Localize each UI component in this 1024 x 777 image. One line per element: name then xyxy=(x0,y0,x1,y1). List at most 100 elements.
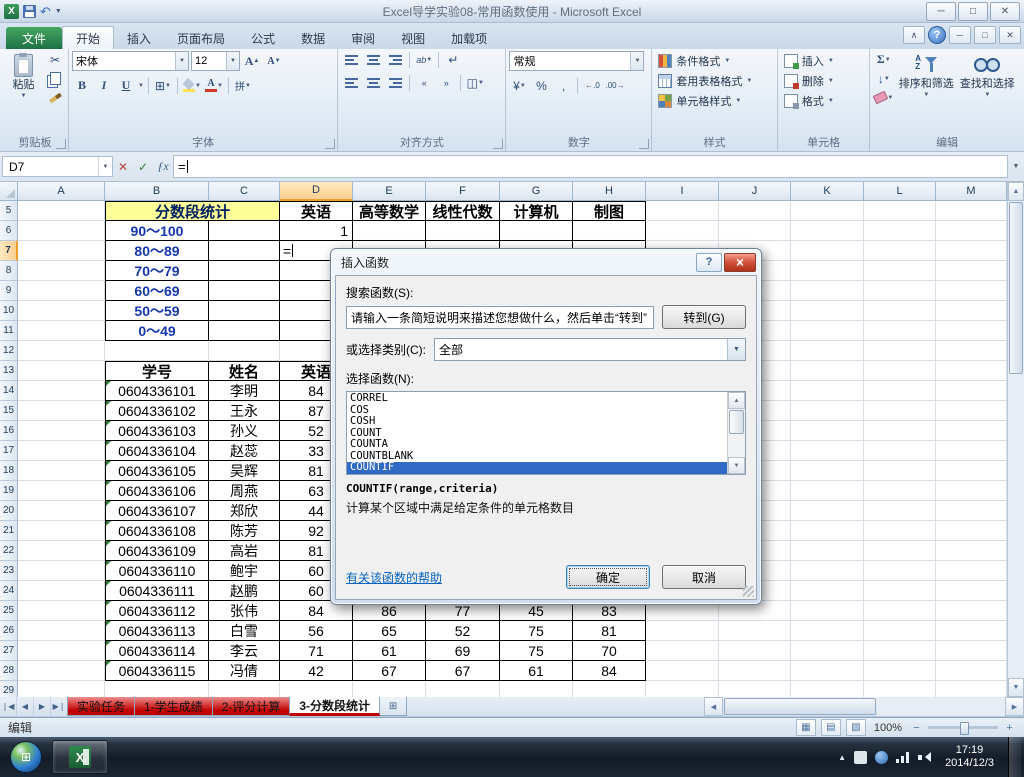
decrease-indent-button[interactable]: « xyxy=(414,74,434,91)
cell-K17[interactable] xyxy=(791,441,864,461)
cell-M21[interactable] xyxy=(936,521,1007,541)
cell-M7[interactable] xyxy=(936,241,1007,261)
increase-font-button[interactable]: A ▲ xyxy=(242,53,262,70)
cell-A13[interactable] xyxy=(18,361,105,381)
column-header-D[interactable]: D xyxy=(280,182,353,201)
cell-B28[interactable]: 0604336115 xyxy=(105,661,209,681)
cell-M17[interactable] xyxy=(936,441,1007,461)
cell-L13[interactable] xyxy=(864,361,936,381)
sheet-tab-3-分数段统计[interactable]: 3-分数段统计 xyxy=(289,697,381,716)
row-header-6[interactable]: 6 xyxy=(0,221,18,241)
cell-F26[interactable]: 52 xyxy=(426,621,500,641)
row-header-19[interactable]: 19 xyxy=(0,481,18,501)
cell-L29[interactable] xyxy=(864,681,936,697)
function-help-link[interactable]: 有关该函数的帮助 xyxy=(346,569,442,586)
cell-K21[interactable] xyxy=(791,521,864,541)
cell-G27[interactable]: 75 xyxy=(500,641,573,661)
cell-M9[interactable] xyxy=(936,281,1007,301)
zoom-out-icon[interactable]: − xyxy=(910,721,923,734)
help-icon[interactable]: ? xyxy=(928,26,946,44)
cell-G5[interactable]: 计算机 xyxy=(500,201,573,221)
cell-C29[interactable] xyxy=(209,681,280,697)
cell-F27[interactable]: 69 xyxy=(426,641,500,661)
comma-style-button[interactable]: , xyxy=(553,77,573,94)
cell-A23[interactable] xyxy=(18,561,105,581)
cell-I6[interactable] xyxy=(646,221,719,241)
hidden-icons-icon[interactable]: ▲ xyxy=(838,753,846,762)
minimize-ribbon-icon[interactable]: ∧ xyxy=(903,26,925,44)
scroll-left-icon[interactable]: ◀ xyxy=(704,697,723,716)
sheet-tab-1-学生成绩[interactable]: 1-学生成绩 xyxy=(134,697,213,716)
row-header-18[interactable]: 18 xyxy=(0,461,18,481)
cell-B13[interactable]: 学号 xyxy=(105,361,209,381)
cell-K15[interactable] xyxy=(791,401,864,421)
cell-I5[interactable] xyxy=(646,201,719,221)
cell-B16[interactable]: 0604336103 xyxy=(105,421,209,441)
cell-A21[interactable] xyxy=(18,521,105,541)
cell-C26[interactable]: 白雪 xyxy=(209,621,280,641)
cell-M28[interactable] xyxy=(936,661,1007,681)
underline-button[interactable]: U xyxy=(116,77,136,94)
network-icon[interactable] xyxy=(896,751,911,763)
cell-C14[interactable]: 李明 xyxy=(209,381,280,401)
cell-B15[interactable]: 0604336102 xyxy=(105,401,209,421)
cell-J27[interactable] xyxy=(719,641,791,661)
cell-K26[interactable] xyxy=(791,621,864,641)
cell-A20[interactable] xyxy=(18,501,105,521)
column-header-C[interactable]: C xyxy=(209,182,280,201)
cell-H26[interactable]: 81 xyxy=(573,621,646,641)
sort-filter-button[interactable]: AZ 排序和筛选 ▼ xyxy=(897,51,955,99)
cell-B12[interactable] xyxy=(105,341,209,361)
cell-K20[interactable] xyxy=(791,501,864,521)
page-layout-view-icon[interactable]: ▤ xyxy=(820,719,841,736)
cell-G6[interactable] xyxy=(500,221,573,241)
alignment-dialog-launcher[interactable] xyxy=(493,139,504,149)
cell-C15[interactable]: 王永 xyxy=(209,401,280,421)
cell-B27[interactable]: 0604336114 xyxy=(105,641,209,661)
cell-L17[interactable] xyxy=(864,441,936,461)
cell-K16[interactable] xyxy=(791,421,864,441)
cell-B19[interactable]: 0604336106 xyxy=(105,481,209,501)
ribbon-tab-公式[interactable]: 公式 xyxy=(238,27,288,49)
row-header-24[interactable]: 24 xyxy=(0,581,18,601)
cell-H28[interactable]: 84 xyxy=(573,661,646,681)
cell-C25[interactable]: 张伟 xyxy=(209,601,280,621)
underline-dropdown-icon[interactable]: ▼ xyxy=(138,83,144,89)
cell-M27[interactable] xyxy=(936,641,1007,661)
cell-B17[interactable]: 0604336104 xyxy=(105,441,209,461)
formula-input[interactable]: = xyxy=(173,155,1008,178)
cell-B6[interactable]: 90～100 xyxy=(105,221,209,241)
cell-K27[interactable] xyxy=(791,641,864,661)
decrease-decimal-button[interactable]: .00→ xyxy=(604,77,625,94)
cell-K14[interactable] xyxy=(791,381,864,401)
orientation-button[interactable]: ab ▼ xyxy=(414,51,434,68)
cell-B21[interactable]: 0604336108 xyxy=(105,521,209,541)
cell-J29[interactable] xyxy=(719,681,791,697)
cell-L22[interactable] xyxy=(864,541,936,561)
number-format-select[interactable]: 常规 ▼ xyxy=(509,51,645,71)
cell-A15[interactable] xyxy=(18,401,105,421)
cell-A10[interactable] xyxy=(18,301,105,321)
cell-L18[interactable] xyxy=(864,461,936,481)
vertical-scrollbar[interactable]: ▲ ▼ xyxy=(1007,182,1024,697)
cell-C13[interactable]: 姓名 xyxy=(209,361,280,381)
row-header-12[interactable]: 12 xyxy=(0,341,18,361)
cell-E6[interactable] xyxy=(353,221,426,241)
show-desktop-button[interactable] xyxy=(1008,737,1021,777)
cell-L12[interactable] xyxy=(864,341,936,361)
name-box[interactable]: D7 ▼ xyxy=(2,156,113,177)
paste-button[interactable]: 粘贴 ▼ xyxy=(5,51,42,99)
cell-B18[interactable]: 0604336105 xyxy=(105,461,209,481)
cell-B26[interactable]: 0604336113 xyxy=(105,621,209,641)
cell-E27[interactable]: 61 xyxy=(353,641,426,661)
increase-decimal-button[interactable]: ←.0 xyxy=(582,77,602,94)
row-header-15[interactable]: 15 xyxy=(0,401,18,421)
ok-button[interactable]: 确定 xyxy=(566,565,650,589)
cell-M20[interactable] xyxy=(936,501,1007,521)
cell-B22[interactable]: 0604336109 xyxy=(105,541,209,561)
cell-D6[interactable]: 1 xyxy=(280,221,353,241)
function-item-COUNTA[interactable]: COUNTA xyxy=(347,438,727,451)
row-header-29[interactable]: 29 xyxy=(0,681,18,697)
row-header-9[interactable]: 9 xyxy=(0,281,18,301)
horizontal-scroll-thumb[interactable] xyxy=(724,698,876,715)
